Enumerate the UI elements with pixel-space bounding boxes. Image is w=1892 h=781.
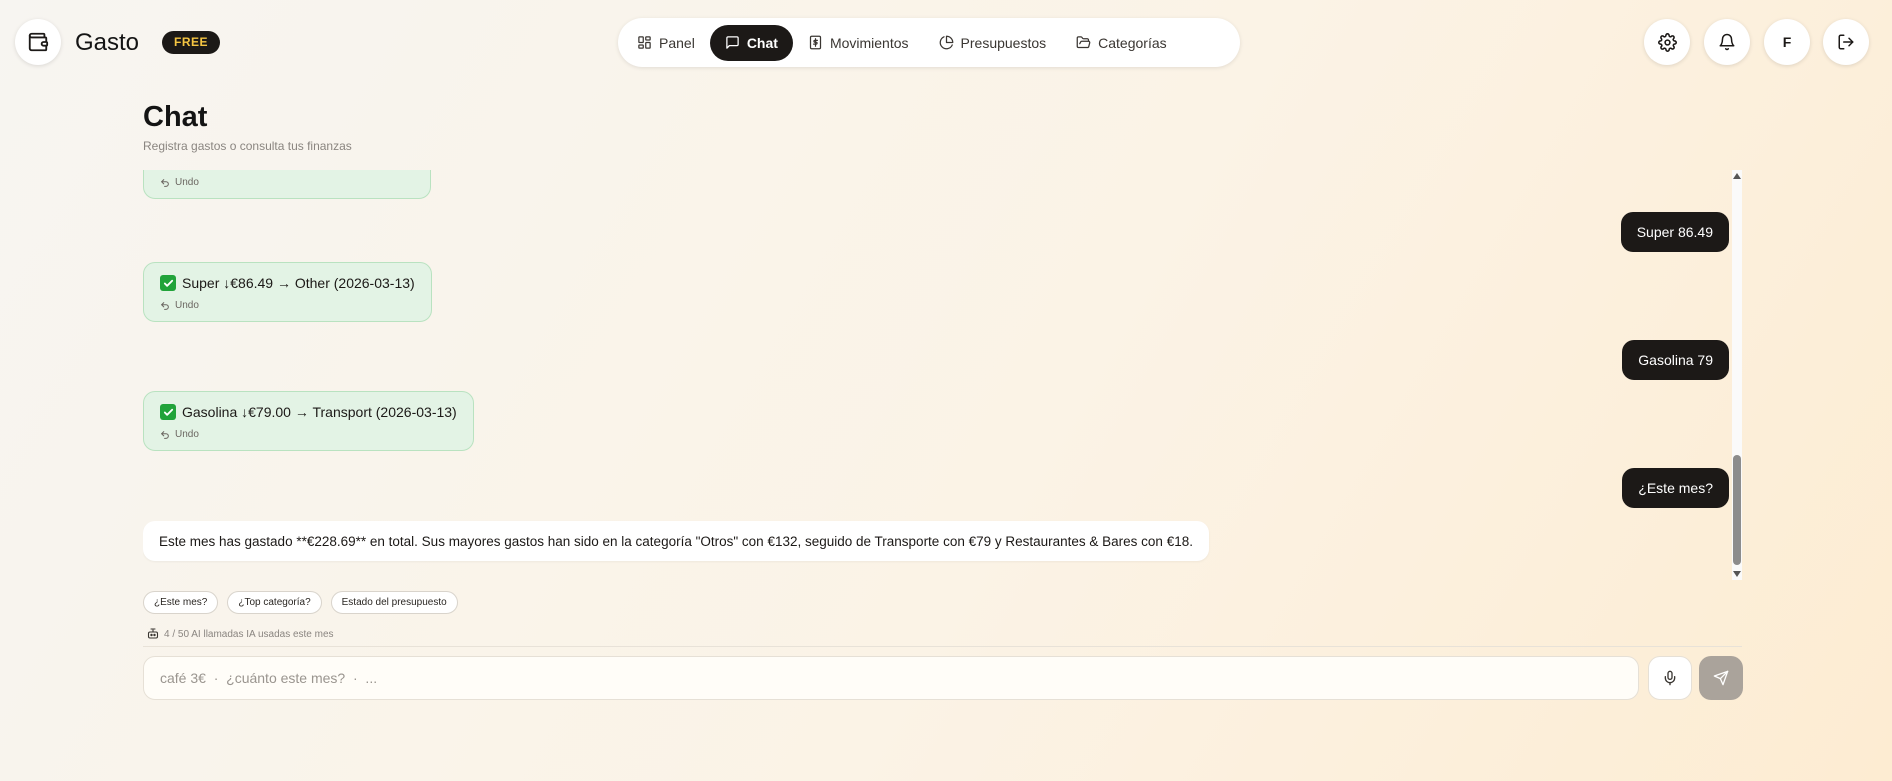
ai-usage-text: 4 / 50 AI llamadas IA usadas este mes bbox=[164, 628, 334, 640]
scrollbar-thumb[interactable] bbox=[1733, 455, 1741, 565]
nav-tab-label: Presupuestos bbox=[960, 34, 1047, 51]
message-square-icon bbox=[725, 35, 740, 50]
nav-tab-categorias[interactable]: Categorías bbox=[1061, 25, 1181, 61]
plan-badge: FREE bbox=[162, 31, 221, 54]
logout-icon bbox=[1837, 33, 1855, 51]
suggestion-chips: ¿Este mes? ¿Top categoría? Estado del pr… bbox=[143, 591, 458, 614]
top-header: Gasto FREE Panel Chat Movimientos Presup… bbox=[0, 0, 1892, 84]
send-button[interactable] bbox=[1699, 656, 1743, 700]
wallet-icon bbox=[27, 31, 49, 53]
nav-tab-presupuestos[interactable]: Presupuestos bbox=[924, 25, 1062, 61]
nav-tab-chat[interactable]: Chat bbox=[709, 24, 793, 61]
composer-divider bbox=[143, 646, 1742, 647]
send-icon bbox=[1713, 670, 1729, 686]
user-message: Gasolina 79 bbox=[1622, 340, 1729, 380]
undo-icon bbox=[160, 301, 170, 311]
suggestion-chip[interactable]: ¿Top categoría? bbox=[227, 591, 322, 614]
nav-tab-movimientos[interactable]: Movimientos bbox=[793, 25, 924, 61]
notifications-button[interactable] bbox=[1704, 19, 1750, 65]
confirmation-text: Super ↓€86.49 → Other (2026-03-13) bbox=[182, 275, 415, 291]
undo-button[interactable]: Undo bbox=[160, 429, 457, 440]
main-nav: Panel Chat Movimientos Presupuestos Cate… bbox=[618, 18, 1240, 67]
undo-button[interactable]: Undo bbox=[160, 177, 199, 188]
bot-message-confirmation: Undo bbox=[143, 170, 431, 199]
undo-icon bbox=[160, 430, 170, 440]
settings-button[interactable] bbox=[1644, 19, 1690, 65]
user-message: Super 86.49 bbox=[1620, 212, 1729, 252]
messages-scrollbar[interactable] bbox=[1732, 170, 1742, 580]
microphone-icon bbox=[1662, 670, 1678, 686]
checkmark-icon bbox=[160, 275, 176, 291]
bot-message-confirmation: Super ↓€86.49 → Other (2026-03-13) Undo bbox=[143, 262, 432, 322]
page-title: Chat bbox=[143, 101, 208, 133]
folder-icon bbox=[1076, 35, 1091, 50]
voice-input-button[interactable] bbox=[1648, 656, 1692, 700]
undo-label: Undo bbox=[175, 429, 199, 440]
nav-tab-label: Movimientos bbox=[829, 34, 909, 51]
user-message: ¿Este mes? bbox=[1622, 468, 1729, 508]
ai-usage-indicator: 4 / 50 AI llamadas IA usadas este mes bbox=[147, 628, 334, 640]
suggestion-chip[interactable]: ¿Este mes? bbox=[143, 591, 219, 614]
receipt-icon bbox=[808, 35, 823, 50]
page-subtitle: Registra gastos o consulta tus finanzas bbox=[143, 139, 352, 153]
undo-button[interactable]: Undo bbox=[160, 300, 415, 311]
wallet-logo-button[interactable] bbox=[15, 19, 61, 65]
chat-input-wrapper bbox=[143, 656, 1639, 700]
bell-icon bbox=[1718, 33, 1736, 51]
chat-messages[interactable]: Undo Super 86.49 Super ↓€86.49 → Other (… bbox=[143, 170, 1742, 580]
bot-message: Este mes has gastado **€228.69** en tota… bbox=[143, 521, 1209, 561]
layout-grid-icon bbox=[637, 35, 652, 50]
undo-icon bbox=[160, 178, 170, 188]
nav-tab-label: Panel bbox=[659, 34, 695, 51]
scroll-down-arrow-icon[interactable] bbox=[1733, 570, 1741, 578]
nav-tab-label: Categorías bbox=[1098, 34, 1167, 51]
undo-label: Undo bbox=[175, 300, 199, 311]
gear-icon bbox=[1657, 32, 1677, 52]
app-name[interactable]: Gasto bbox=[75, 29, 139, 57]
scroll-up-arrow-icon[interactable] bbox=[1733, 172, 1741, 180]
bot-message-confirmation: Gasolina ↓€79.00 → Transport (2026-03-13… bbox=[143, 391, 474, 451]
checkmark-icon bbox=[160, 404, 176, 420]
pie-chart-icon bbox=[939, 35, 954, 50]
robot-icon bbox=[147, 628, 159, 640]
suggestion-chip[interactable]: Estado del presupuesto bbox=[330, 591, 458, 614]
chat-input[interactable] bbox=[144, 657, 1638, 699]
undo-label: Undo bbox=[175, 177, 199, 188]
nav-tab-label: Chat bbox=[746, 34, 778, 51]
confirmation-text: Gasolina ↓€79.00 → Transport (2026-03-13… bbox=[182, 404, 457, 420]
avatar-button[interactable]: F bbox=[1764, 19, 1810, 65]
nav-tab-panel[interactable]: Panel bbox=[622, 25, 710, 61]
logout-button[interactable] bbox=[1823, 19, 1869, 65]
